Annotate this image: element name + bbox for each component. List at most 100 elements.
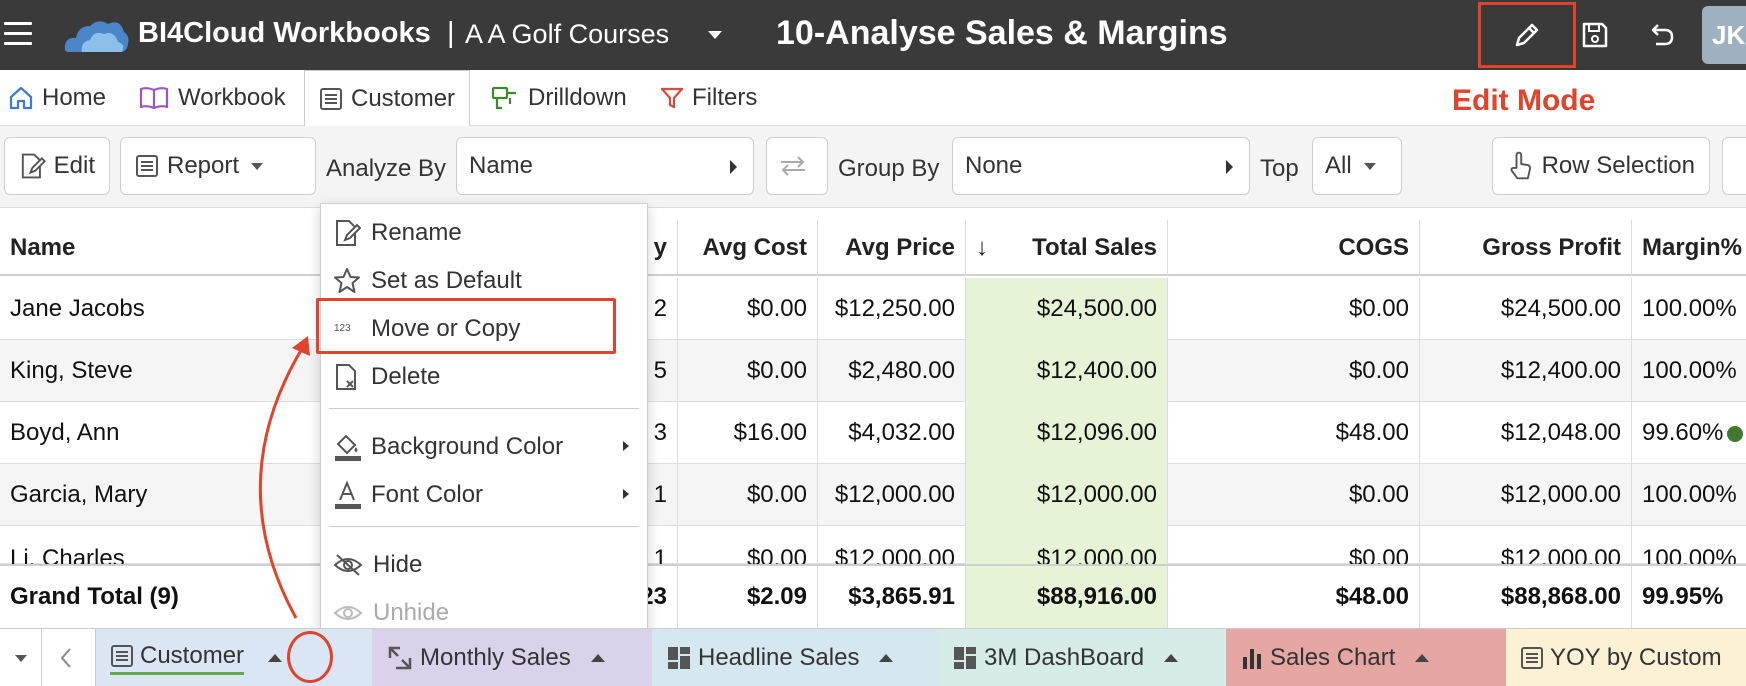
cell-total-sales: $12,096.00 <box>966 402 1168 464</box>
more-button[interactable] <box>1722 137 1746 195</box>
report-button[interactable]: Report <box>120 137 316 195</box>
sheet-tab-monthly-sales[interactable]: Monthly Sales <box>372 629 652 686</box>
font-color-icon <box>335 480 361 509</box>
chevron-up-icon[interactable] <box>879 654 894 662</box>
tab-workbook[interactable]: Workbook <box>138 70 286 126</box>
cell-avg-cost: $16.00 <box>678 402 818 464</box>
cell-avg-price: $12,000.00 <box>818 526 966 564</box>
menu-icon[interactable] <box>4 22 32 46</box>
cell-gross-profit: $24,500.00 <box>1420 278 1632 340</box>
save-icon[interactable] <box>1578 18 1612 52</box>
cell-total-sales: $12,400.00 <box>966 340 1168 402</box>
column-header-avg-cost[interactable]: Avg Cost <box>678 220 818 276</box>
menu-item-font-color-label: Font Color <box>371 481 484 508</box>
analyze-by-select[interactable]: Name <box>456 137 754 195</box>
eye-icon <box>333 606 363 620</box>
chevron-down-icon <box>251 162 264 170</box>
top-value: All <box>1325 152 1352 179</box>
toolbar: Edit Report Analyze By Name Group By Non… <box>0 126 1746 208</box>
cell-cogs: $0.00 <box>1168 526 1420 564</box>
menu-item-unhide-label: Unhide <box>373 599 450 626</box>
sort-desc-icon: ↓ <box>976 234 988 261</box>
book-icon <box>139 87 169 110</box>
list-icon <box>136 155 158 177</box>
cell-avg-price: $12,000.00 <box>818 464 966 526</box>
undo-icon[interactable] <box>1644 18 1678 52</box>
grid-header: Name y Avg Cost Avg Price ↓ Total Sales … <box>0 220 1746 276</box>
column-header-gross-profit[interactable]: Gross Profit <box>1420 220 1632 276</box>
move-copy-highlight <box>316 298 616 354</box>
grand-total-gross-profit: $88,868.00 <box>1420 566 1632 628</box>
chevron-up-icon[interactable] <box>1164 654 1179 662</box>
group-by-value: None <box>965 152 1023 179</box>
chevron-left-icon <box>60 648 71 668</box>
swap-arrows-icon <box>781 156 805 176</box>
annotation-arrow <box>258 336 310 619</box>
scroll-tabs-left-button[interactable] <box>42 629 96 686</box>
avatar[interactable]: JK <box>1702 6 1746 64</box>
menu-item-rename-label: Rename <box>371 219 462 246</box>
sheet-tab-sales-chart[interactable]: Sales Chart <box>1226 629 1506 686</box>
company-name[interactable]: A A Golf Courses <box>465 19 669 50</box>
dashboard-icon <box>954 647 976 669</box>
sheet-tab-headline-sales-label: Headline Sales <box>698 644 860 671</box>
column-header-margin[interactable]: Margin% <box>1632 220 1746 276</box>
sheet-tab-headline-sales[interactable]: Headline Sales <box>652 629 938 686</box>
tab-workbook-label: Workbook <box>178 84 286 111</box>
pencil-icon[interactable] <box>1510 18 1544 52</box>
list-icon <box>1521 647 1543 669</box>
cell-avg-cost: $0.00 <box>678 526 818 564</box>
column-header-avg-price[interactable]: Avg Price <box>818 220 966 276</box>
menu-item-hide-label: Hide <box>373 551 423 578</box>
top-bar: BI4Cloud Workbooks | A A Golf Courses 10… <box>0 0 1746 70</box>
menu-item-font-color[interactable]: Font Color <box>321 472 647 518</box>
edit-button[interactable]: Edit <box>4 137 110 195</box>
menu-item-hide[interactable]: Hide <box>321 542 647 588</box>
cell-cogs: $0.00 <box>1168 278 1420 340</box>
status-dot-icon <box>1727 425 1744 442</box>
eye-off-icon <box>333 554 363 576</box>
cell-margin: 99.60% <box>1632 402 1746 464</box>
analyze-by-label: Analyze By <box>326 155 447 182</box>
group-by-label: Group By <box>838 155 940 182</box>
cell-margin: 100.00% <box>1632 464 1746 526</box>
menu-item-delete[interactable]: Delete <box>321 354 647 400</box>
column-header-cogs[interactable]: COGS <box>1168 220 1420 276</box>
sheet-tab-customer-label: Customer <box>140 641 245 669</box>
delete-file-icon <box>336 364 356 390</box>
cell-avg-cost: $0.00 <box>678 464 818 526</box>
column-header-name[interactable]: Name <box>0 220 330 276</box>
cell-total-sales: $12,000.00 <box>966 526 1168 564</box>
tab-home-label: Home <box>42 84 107 111</box>
paint-bucket-icon <box>335 434 361 461</box>
chevron-right-icon <box>623 489 629 499</box>
cell-gross-profit: $12,000.00 <box>1420 464 1632 526</box>
sheet-tab-3m-dashboard-label: 3M DashBoard <box>984 644 1145 671</box>
tab-drilldown[interactable]: Drilldown <box>490 70 627 126</box>
chevron-down-icon[interactable] <box>708 31 722 39</box>
sheet-tab-monthly-sales-label: Monthly Sales <box>420 644 571 671</box>
sheet-tab-3m-dashboard[interactable]: 3M DashBoard <box>938 629 1226 686</box>
tab-filters[interactable]: Filters <box>660 70 757 126</box>
chevron-up-icon[interactable] <box>590 654 605 662</box>
row-selection-button[interactable]: Row Selection <box>1492 137 1710 195</box>
cell-avg-price: $4,032.00 <box>818 402 966 464</box>
list-icon <box>320 87 342 110</box>
chevron-up-icon[interactable] <box>268 654 283 662</box>
grand-total-avg-price: $3,865.91 <box>818 566 966 628</box>
filter-icon <box>660 87 684 109</box>
top-select[interactable]: All <box>1312 137 1402 195</box>
sheet-list-button[interactable] <box>0 629 42 686</box>
tab-home[interactable]: Home <box>8 70 106 126</box>
group-by-select[interactable]: None <box>952 137 1250 195</box>
menu-item-background-color[interactable]: Background Color <box>321 424 647 470</box>
edit-file-icon <box>21 153 46 179</box>
swap-button[interactable] <box>766 137 828 195</box>
column-header-total-sales[interactable]: ↓ Total Sales <box>966 220 1168 276</box>
tab-customer[interactable]: Customer <box>304 70 471 126</box>
cell-gross-profit: $12,400.00 <box>1420 340 1632 402</box>
sheet-tab-yoy-by-customer[interactable]: YOY by Custom <box>1506 629 1746 686</box>
menu-item-rename[interactable]: Rename <box>321 210 647 256</box>
chevron-right-icon <box>623 441 629 451</box>
chevron-up-icon[interactable] <box>1415 654 1430 662</box>
